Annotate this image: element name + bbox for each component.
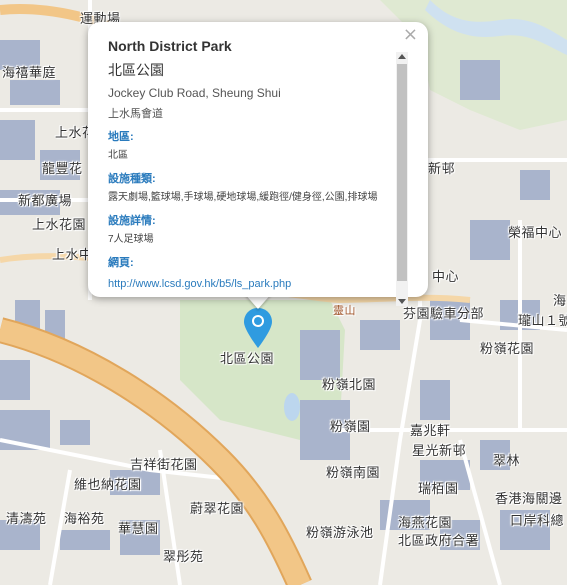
scroll-down-icon[interactable] [398, 299, 406, 304]
district-label: 地區: [108, 131, 134, 143]
map-label: 瓏山１號 [518, 314, 567, 329]
map-label: 龍豐花 [42, 162, 83, 177]
map-label: 翠彤苑 [163, 550, 204, 565]
map-label: 香港海關邊 [495, 492, 563, 507]
facilities-value: 露天劇場,籃球場,手球場,硬地球場,緩跑徑/健身徑,公園,排球場 [108, 192, 378, 203]
scrollbar-thumb[interactable] [397, 64, 407, 281]
facilities-label: 設施種類: [108, 173, 156, 185]
map-label: 北區公園 [220, 352, 275, 367]
popup-address-en: Jockey Club Road, Sheung Shui [108, 86, 281, 100]
map-label: 上水花園 [32, 218, 87, 233]
map-label: 華慧園 [118, 522, 159, 537]
map-label: 粉嶺園 [330, 420, 371, 435]
map-label: 海裕苑 [64, 512, 105, 527]
web-label: 網頁: [108, 257, 134, 269]
map-label: 榮福中心 [508, 226, 563, 241]
map-pin-icon[interactable] [244, 308, 272, 348]
close-icon[interactable]: × [403, 24, 418, 45]
map-label: 粉嶺花園 [480, 342, 535, 357]
map-label: 瑞栢園 [418, 482, 459, 497]
map-label: 海禧華庭 [2, 66, 57, 81]
map-label: 新邨 [428, 162, 456, 177]
map-label: 芬園驗車分部 [403, 307, 485, 322]
map-label: 口岸科總 [510, 514, 565, 529]
map-label: 靈山 [333, 304, 356, 317]
map-label: 粉嶺北園 [322, 378, 377, 393]
map-label: 粉嶺南園 [326, 466, 381, 481]
district-value: 北區 [108, 150, 128, 161]
map-label: 吉祥街花園 [130, 458, 198, 473]
popup-address-zh: 上水馬會道 [108, 108, 163, 120]
map-label: 蔚翠花園 [190, 502, 245, 517]
map-label: 清濤苑 [6, 512, 47, 527]
popup-title: North District Park [108, 38, 232, 54]
popup-name-zh: 北區公園 [108, 62, 164, 78]
map-label: 粉嶺游泳池 [306, 526, 374, 541]
map-label: 維也納花園 [74, 478, 142, 493]
map-label: 翠林 [493, 454, 521, 469]
popup-scrollbar[interactable] [396, 52, 408, 306]
web-link[interactable]: http://www.lcsd.gov.hk/b5/ls_park.php [108, 278, 291, 290]
details-label: 設施詳情: [108, 215, 156, 227]
info-popup: × North District Park 北區公園 Jockey Club R… [88, 22, 428, 306]
map-label: 新都廣場 [18, 194, 73, 209]
map-label: 海 [553, 294, 567, 309]
scroll-up-icon[interactable] [398, 54, 406, 59]
popup-content: North District Park 北區公園 Jockey Club Roa… [108, 38, 398, 290]
map-label: 北區政府合署 [398, 534, 480, 549]
map-label: 上水中 [52, 248, 93, 263]
park-pond [284, 393, 300, 421]
map-label: 中心 [432, 270, 460, 285]
details-value: 7人足球場 [108, 234, 154, 245]
map-label: 星光新邨 [412, 444, 467, 459]
map-label: 嘉兆軒 [410, 424, 451, 439]
map-label: 海燕花園 [398, 516, 453, 531]
